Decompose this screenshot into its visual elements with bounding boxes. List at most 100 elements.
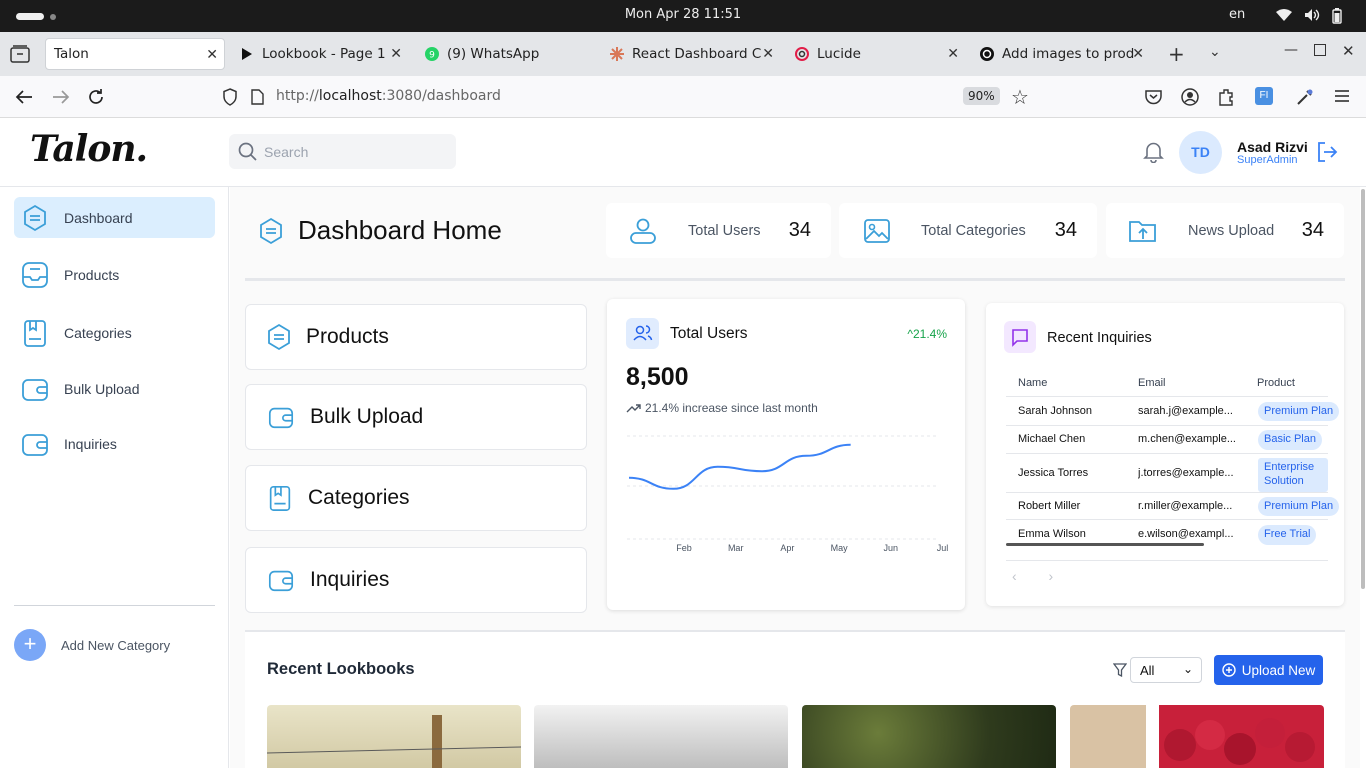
shield-icon[interactable] [222, 88, 238, 106]
tab-react-dashboard[interactable]: React Dashboard C ✕ [610, 38, 780, 70]
filter-icon[interactable] [1113, 663, 1127, 677]
stat-total-categories[interactable]: Total Categories 34 [839, 203, 1097, 258]
cell-name: Jessica Torres [1018, 466, 1089, 479]
bookmark-star-icon[interactable]: ☆ [1011, 85, 1029, 109]
section-divider [245, 278, 1345, 281]
close-icon[interactable]: ✕ [762, 46, 774, 62]
system-tray[interactable] [1276, 8, 1342, 24]
pocket-icon[interactable] [1145, 89, 1162, 105]
sidebar-item-dashboard[interactable]: Dashboard [14, 197, 215, 238]
table-row[interactable]: Michael Chen m.chen@example... Basic Plan [1006, 425, 1328, 453]
sidebar-item-label: Dashboard [64, 209, 133, 226]
avatar[interactable]: TD [1179, 131, 1222, 174]
tab-whatsapp[interactable]: 9 (9) WhatsApp [425, 38, 605, 70]
main-content: Dashboard Home Total Users 34 Total Cate… [230, 187, 1360, 768]
sidebar-item-bulk-upload[interactable]: Bulk Upload [14, 368, 215, 409]
tab-add-images[interactable]: Add images to prod ✕ [980, 38, 1150, 70]
tab-lookbook[interactable]: Lookbook - Page 1 ✕ [240, 38, 408, 70]
x-tick-label: Jul [937, 543, 949, 553]
quicklink-bulk-upload[interactable]: Bulk Upload [245, 384, 587, 450]
reload-icon[interactable] [88, 88, 104, 106]
app-header: Talon. TD Asad Rizvi SuperAdmin [0, 118, 1366, 187]
lookbook-thumbnail[interactable] [267, 705, 521, 768]
sidebar-item-categories[interactable]: Categories [14, 312, 215, 353]
logout-icon[interactable] [1316, 141, 1338, 163]
svg-text:9: 9 [429, 51, 435, 61]
stat-news-upload[interactable]: News Upload 34 [1106, 203, 1344, 258]
close-icon[interactable]: ✕ [206, 47, 218, 63]
stat-label: News Upload [1188, 222, 1275, 239]
forward-arrow-icon[interactable] [52, 89, 70, 105]
search-box [229, 134, 456, 169]
quicklink-products[interactable]: Products [245, 304, 587, 370]
search-input[interactable] [264, 134, 449, 169]
eyedropper-icon[interactable] [1296, 88, 1314, 106]
sidebar-divider [14, 605, 215, 606]
table-row[interactable]: Sarah Johnson sarah.j@example... Premium P… [1006, 396, 1340, 425]
close-icon[interactable]: ✕ [947, 46, 959, 62]
bell-icon[interactable] [1143, 140, 1164, 163]
system-clock[interactable]: Mon Apr 28 11:51 [0, 7, 1366, 22]
product-badge: Free Trial [1258, 525, 1317, 545]
product-badge: Enterprise Solution [1258, 458, 1328, 492]
tab-title: (9) WhatsApp [447, 46, 540, 62]
tab-lucide[interactable]: Lucide ✕ [795, 38, 965, 70]
tab-overview-icon[interactable] [10, 45, 30, 63]
quicklink-categories[interactable]: Categories [245, 465, 587, 531]
extension-fi-icon[interactable]: FI [1255, 87, 1273, 105]
dashboard-icon [260, 217, 282, 244]
quicklink-inquiries[interactable]: Inquiries [245, 547, 587, 613]
upload-label: Upload New [1241, 662, 1316, 678]
upload-new-button[interactable]: Upload New [1214, 655, 1323, 685]
volume-icon [1305, 9, 1320, 21]
cell-name: Emma Wilson [1018, 528, 1086, 540]
tab-talon[interactable]: Talon ✕ [45, 38, 225, 70]
pagination[interactable]: ‹ › [1012, 568, 1067, 584]
close-window-icon[interactable]: ✕ [1342, 42, 1355, 60]
url-bar[interactable]: http://localhost:3080/dashboard [248, 82, 1038, 112]
extensions-icon[interactable] [1218, 88, 1235, 106]
lookbook-thumbnail[interactable] [534, 705, 788, 768]
close-icon[interactable]: ✕ [1132, 46, 1144, 62]
horizontal-scrollbar[interactable] [1006, 543, 1204, 546]
filter-select[interactable]: All ⌄ [1130, 657, 1202, 683]
close-icon[interactable]: ✕ [390, 46, 402, 62]
stat-label: Total Users [688, 222, 761, 239]
browser-tab-bar: Talon ✕ Lookbook - Page 1 ✕ 9 (9) WhatsA… [0, 32, 1366, 76]
account-icon[interactable] [1181, 88, 1199, 106]
maximize-icon[interactable] [1314, 44, 1326, 56]
page-scrollbar[interactable] [1360, 187, 1366, 768]
play-icon [242, 48, 252, 60]
dashboard-icon [268, 323, 290, 351]
back-arrow-icon[interactable] [15, 89, 33, 105]
user-role: SuperAdmin [1237, 154, 1298, 166]
search-icon [238, 142, 257, 161]
folder-upload-icon [1129, 220, 1156, 242]
quicklink-label: Categories [308, 486, 410, 509]
lookbook-thumbnail[interactable] [802, 705, 1056, 768]
new-tab-icon[interactable]: + [1168, 42, 1185, 66]
trending-up-icon [626, 404, 641, 413]
zoom-level[interactable]: 90% [963, 87, 1000, 105]
minimize-icon[interactable]: — [1284, 42, 1298, 58]
table-row[interactable]: Jessica Torres j.torres@example... Enterpr… [1006, 453, 1328, 492]
add-category-button[interactable]: + Add New Category [14, 629, 170, 661]
app-logo[interactable]: Talon. [30, 128, 148, 170]
tab-list-chevron-icon[interactable]: ⌄ [1209, 44, 1221, 60]
keyboard-language[interactable]: en [1229, 7, 1245, 22]
tab-title: Lookbook - Page 1 [262, 46, 386, 62]
cell-name: Michael Chen [1018, 433, 1086, 445]
card-title: Total Users [670, 325, 748, 342]
sidebar-item-products[interactable]: Products [14, 254, 215, 295]
menu-hamburger-icon[interactable] [1334, 89, 1350, 103]
sidebar-item-inquiries[interactable]: Inquiries [14, 423, 215, 464]
chevron-down-icon: ⌄ [1182, 662, 1193, 676]
image-icon [864, 218, 890, 243]
product-badge: Basic Plan [1258, 430, 1322, 450]
stat-total-users[interactable]: Total Users 34 [606, 203, 831, 258]
total-users-card: Total Users ^21.4% 8,500 21.4% increase … [607, 299, 965, 610]
lookbook-thumbnail[interactable] [1070, 705, 1324, 768]
table-row[interactable]: Robert Miller r.miller@example... Premium … [1006, 492, 1340, 519]
trend-badge: ^21.4% [907, 327, 947, 341]
filter-value: All [1140, 663, 1155, 678]
